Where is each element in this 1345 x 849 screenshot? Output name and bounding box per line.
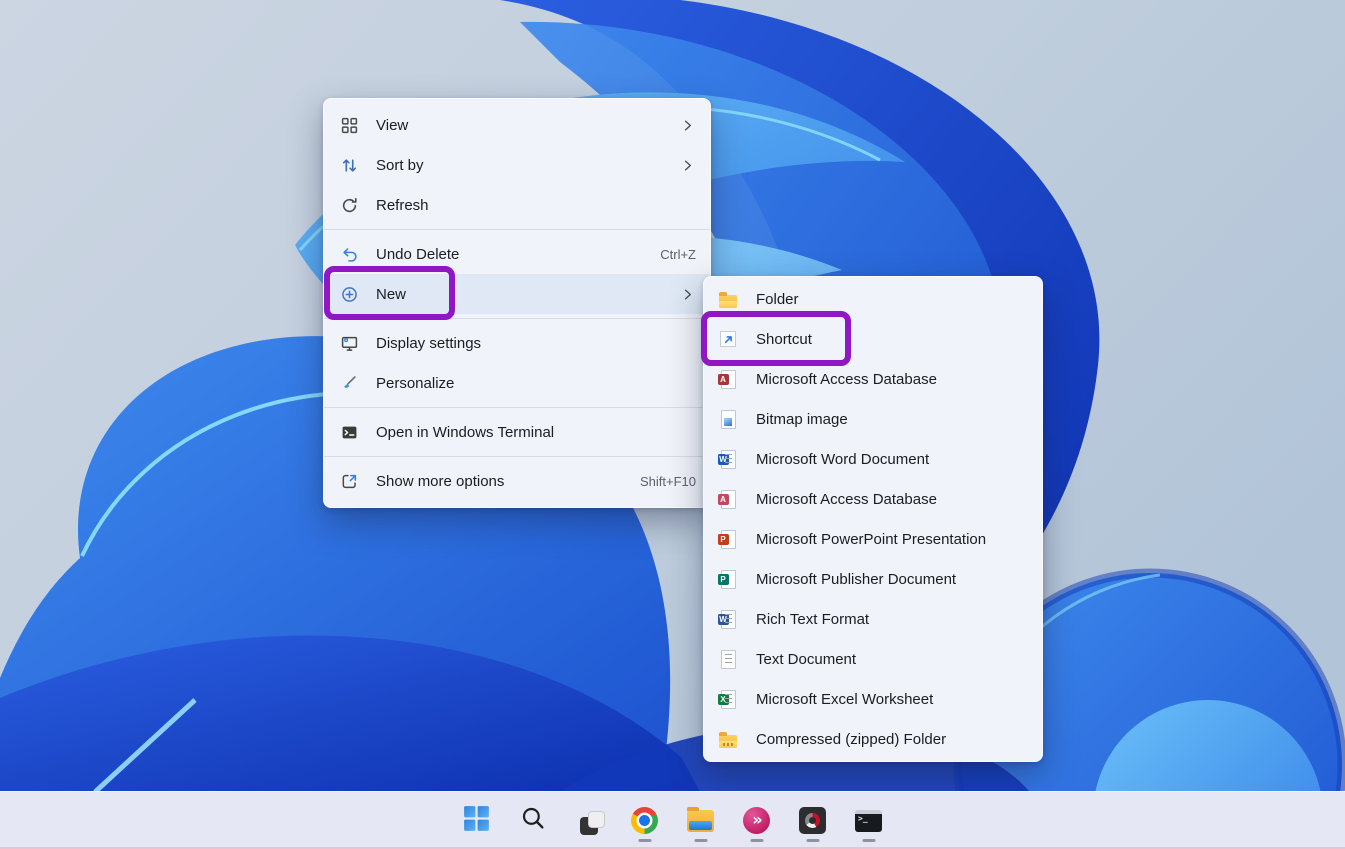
excel-file-icon: X	[718, 688, 738, 710]
menu-separator	[324, 407, 710, 408]
submenu-item-label: Microsoft Access Database	[756, 491, 937, 508]
submenu-item-label: Shortcut	[756, 331, 812, 348]
file-explorer-icon	[687, 810, 714, 832]
file-explorer-button[interactable]	[679, 796, 723, 846]
menu-item-label: New	[376, 286, 406, 303]
powerpoint-file-icon: P	[718, 528, 738, 550]
menu-item-display-settings[interactable]: Display settings	[324, 323, 710, 363]
chrome-icon	[631, 807, 658, 834]
menu-item-view[interactable]: View	[324, 105, 710, 145]
zipped-folder-icon	[718, 728, 738, 750]
submenu-item-compressed-zipped-folder[interactable]: Compressed (zipped) Folder	[704, 719, 1042, 759]
running-indicator	[638, 839, 651, 842]
submenu-item-label: Microsoft Publisher Document	[756, 571, 956, 588]
submenu-item-label: Microsoft Excel Worksheet	[756, 691, 933, 708]
submenu-item-label: Rich Text Format	[756, 611, 869, 628]
access-file-icon: A	[718, 368, 738, 390]
taskbar: »	[0, 791, 1345, 849]
task-view-icon	[571, 803, 607, 839]
start-button[interactable]	[455, 796, 499, 846]
windows-start-icon	[463, 805, 490, 837]
menu-item-label: Show more options	[376, 473, 504, 490]
command-prompt-icon	[855, 810, 882, 832]
menu-item-undo-delete[interactable]: Undo Delete Ctrl+Z	[324, 234, 710, 274]
running-indicator	[750, 839, 763, 842]
submenu-item-text-document[interactable]: Text Document	[704, 639, 1042, 679]
submenu-item-rich-text-format[interactable]: W Rich Text Format	[704, 599, 1042, 639]
menu-item-label: Display settings	[376, 335, 481, 352]
publisher-file-icon: P	[718, 568, 738, 590]
menu-separator	[324, 456, 710, 457]
chrome-button[interactable]	[623, 796, 667, 846]
menu-item-personalize[interactable]: Personalize	[324, 363, 710, 403]
shortcut-hint: Ctrl+Z	[660, 247, 696, 262]
submenu-item-publisher-document[interactable]: P Microsoft Publisher Document	[704, 559, 1042, 599]
submenu-item-bitmap-image[interactable]: Bitmap image	[704, 399, 1042, 439]
menu-separator	[324, 229, 710, 230]
submenu-item-label: Bitmap image	[756, 411, 848, 428]
menu-item-show-more-options[interactable]: Show more options Shift+F10	[324, 461, 710, 501]
personalize-brush-icon	[340, 374, 358, 392]
display-settings-icon	[340, 334, 358, 352]
command-prompt-button[interactable]	[847, 796, 891, 846]
menu-item-label: Sort by	[376, 157, 424, 174]
menu-item-open-windows-terminal[interactable]: Open in Windows Terminal	[324, 412, 710, 452]
menu-item-label: Open in Windows Terminal	[376, 424, 554, 441]
submenu-item-word-document[interactable]: W Microsoft Word Document	[704, 439, 1042, 479]
new-plus-icon	[340, 285, 358, 303]
submenu-item-access-database-legacy[interactable]: A Microsoft Access Database	[704, 479, 1042, 519]
submenu-item-label: Compressed (zipped) Folder	[756, 731, 946, 748]
bitmap-file-icon	[718, 408, 738, 430]
pink-arrows-app-icon: »	[743, 807, 770, 834]
submenu-item-shortcut[interactable]: Shortcut	[704, 319, 1042, 359]
refresh-icon	[340, 196, 358, 214]
search-icon	[520, 805, 546, 836]
undo-icon	[340, 245, 358, 263]
submenu-item-label: Microsoft Word Document	[756, 451, 929, 468]
menu-separator	[324, 318, 710, 319]
submenu-item-label: Microsoft Access Database	[756, 371, 937, 388]
new-submenu: Folder Shortcut A Microsoft Access Datab…	[703, 276, 1043, 762]
task-view-button[interactable]	[567, 796, 611, 846]
submenu-item-folder[interactable]: Folder	[704, 279, 1042, 319]
submenu-item-label: Text Document	[756, 651, 856, 668]
submenu-item-label: Folder	[756, 291, 799, 308]
pink-arrows-app-button[interactable]: »	[735, 796, 779, 846]
submenu-item-powerpoint-presentation[interactable]: P Microsoft PowerPoint Presentation	[704, 519, 1042, 559]
grid-icon	[340, 116, 358, 134]
running-indicator	[694, 839, 707, 842]
access-legacy-file-icon: A	[718, 488, 738, 510]
dark-ring-app-icon	[799, 807, 826, 834]
submenu-item-excel-worksheet[interactable]: X Microsoft Excel Worksheet	[704, 679, 1042, 719]
show-more-icon	[340, 472, 358, 490]
menu-item-sort-by[interactable]: Sort by	[324, 145, 710, 185]
windows-terminal-icon	[340, 423, 358, 441]
menu-item-label: View	[376, 117, 408, 134]
menu-item-label: Personalize	[376, 375, 454, 392]
running-indicator	[862, 839, 875, 842]
menu-item-label: Undo Delete	[376, 246, 459, 263]
chevron-right-icon	[680, 117, 696, 133]
desktop-context-menu: View Sort by Refresh Undo De	[323, 98, 711, 508]
rtf-file-icon: W	[718, 608, 738, 630]
menu-item-label: Refresh	[376, 197, 429, 214]
chevron-right-icon	[680, 157, 696, 173]
submenu-item-access-database[interactable]: A Microsoft Access Database	[704, 359, 1042, 399]
menu-item-new[interactable]: New	[324, 274, 710, 314]
text-file-icon	[718, 648, 738, 670]
desktop: View Sort by Refresh Undo De	[0, 0, 1345, 849]
search-button[interactable]	[511, 796, 555, 846]
sort-arrows-icon	[340, 156, 358, 174]
folder-icon	[718, 288, 738, 310]
shortcut-hint: Shift+F10	[640, 474, 696, 489]
running-indicator	[806, 839, 819, 842]
chevron-right-icon	[680, 286, 696, 302]
word-file-icon: W	[718, 448, 738, 470]
dark-ring-app-button[interactable]	[791, 796, 835, 846]
submenu-item-label: Microsoft PowerPoint Presentation	[756, 531, 986, 548]
shortcut-arrow-icon	[718, 328, 738, 350]
menu-item-refresh[interactable]: Refresh	[324, 185, 710, 225]
